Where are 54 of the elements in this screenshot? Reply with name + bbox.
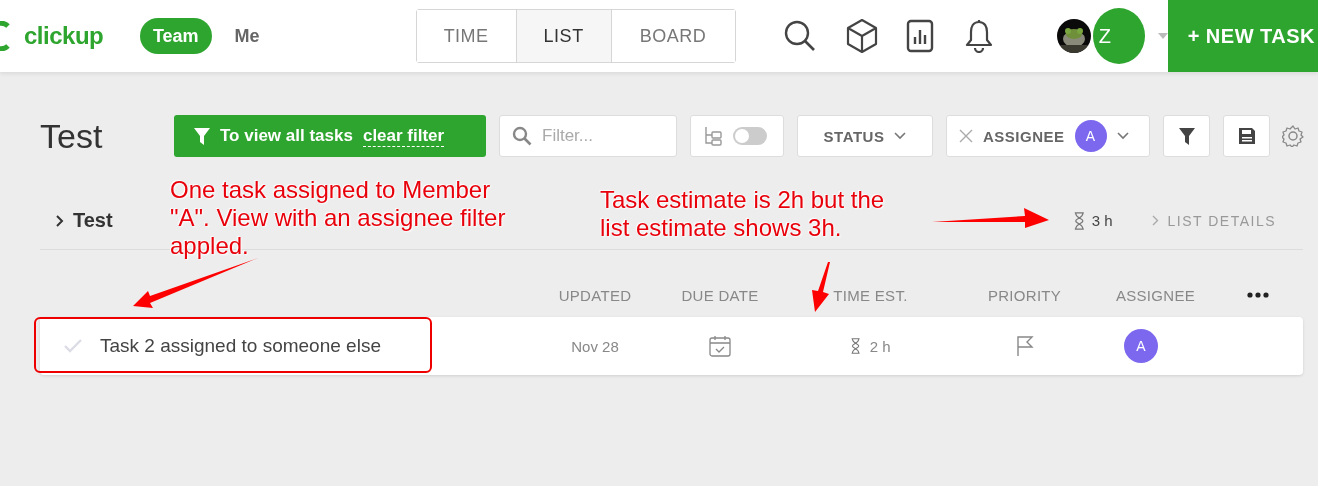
view-tab[interactable]: BOARD [610,10,735,62]
page-title: Test [40,116,104,156]
scope-tab[interactable]: Team [139,18,212,54]
list-name[interactable]: Test [73,209,113,232]
subtasks-switch[interactable] [733,127,767,145]
notice-text: To view all tasks [220,126,353,146]
updated-cell: Nov 28 [571,337,619,355]
hourglass-icon [850,338,862,354]
annotation-note: Task estimate is 2h but the list estimate shows 3h. [600,186,886,242]
list-estimate: 3 h [1091,212,1113,229]
view-tab[interactable]: LIST [515,10,611,62]
scope-tab[interactable]: Me [221,18,273,54]
clear-filter-link[interactable]: clear filter [362,125,445,147]
assignee-avatar[interactable]: A [1124,329,1158,363]
chevron-down-icon [1116,132,1129,140]
user-avatar[interactable]: Z [1092,8,1145,64]
more-icon[interactable] [1247,292,1269,298]
search-box[interactable]: Filter... [499,115,677,157]
column-header: TIME EST. [833,286,908,304]
search-icon[interactable] [782,19,817,53]
assignee-avatar: A [1074,120,1107,152]
column-header: ASSIGNEE [1115,286,1196,304]
chevron-down-icon [894,132,907,140]
hierarchy-icon [703,126,723,146]
assignee-filter[interactable]: ASSIGNEE A [946,115,1150,157]
new-task-button[interactable]: + NEW TASK [1167,0,1318,72]
chevron-icon [1152,215,1160,226]
column-header: DUE DATE [681,286,759,304]
save-icon [1238,128,1255,144]
task-row[interactable]: Task 2 assigned to someone else Nov 28 2 h A [40,317,1303,375]
assignee-label: ASSIGNEE [983,127,1065,145]
bell-icon[interactable] [964,19,993,53]
bar-chart-icon[interactable] [905,19,934,53]
calendar-icon[interactable] [709,335,731,357]
search-field[interactable]: Filter... [542,121,664,151]
annotation-arrow [812,262,830,312]
cube-icon[interactable] [844,18,879,54]
flag-icon[interactable] [1015,336,1034,356]
filter-button[interactable] [1163,115,1210,157]
annotation-note: One task assigned to Member "A". View with an assignee filter appled. [170,176,507,260]
chevron-icon[interactable] [55,213,65,228]
logo-text: clickup [24,22,104,50]
save-button[interactable] [1223,115,1270,157]
check-icon[interactable] [64,339,82,353]
hourglass-icon [1073,211,1086,230]
filter-icon [1178,127,1195,145]
column-header: PRIORITY [987,286,1062,304]
column-header: UPDATED [558,286,632,304]
filter-icon [194,127,210,145]
time-estimate: 2 h [869,337,891,355]
settings-icon[interactable] [1282,125,1304,147]
task-name[interactable]: Task 2 assigned to someone else [100,335,381,357]
search-icon [512,126,532,146]
status-dropdown[interactable]: STATUS [797,115,933,157]
